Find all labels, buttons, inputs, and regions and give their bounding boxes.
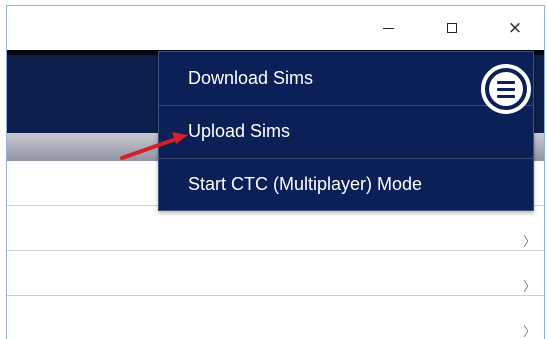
menu-item-label: Upload Sims — [188, 121, 291, 141]
maximize-icon — [447, 23, 457, 33]
chevron-right-icon: 〉 — [522, 235, 536, 250]
menu-item-label: Start CTC (Multiplayer) Mode — [188, 174, 423, 194]
close-icon: × — [507, 18, 523, 38]
annotation-arrow — [120, 132, 188, 160]
minimize-icon — [382, 27, 394, 29]
menu-button-ring — [481, 64, 531, 114]
menu-toggle-button[interactable] — [478, 61, 534, 117]
minimize-button[interactable] — [373, 15, 403, 41]
chevron-right-icon: 〉 — [522, 325, 536, 339]
menu-item-start-ctc-mode[interactable]: Start CTC (Multiplayer) Mode — [159, 158, 533, 210]
screen: × 〉 〉 〉 Download Sims Upload Sims Start … — [0, 0, 547, 339]
title-bar: × — [7, 6, 544, 50]
menu-item-label: Download Sims — [188, 67, 314, 88]
list-item[interactable]: 〉 — [7, 296, 544, 339]
chevron-right-icon: 〉 — [522, 280, 536, 295]
maximize-button[interactable] — [437, 15, 467, 41]
close-button[interactable]: × — [500, 15, 530, 41]
menu-item-download-sims[interactable]: Download Sims — [159, 52, 533, 104]
hamburger-menu-icon — [489, 72, 523, 106]
list-item[interactable]: 〉 — [7, 206, 544, 251]
menu-item-upload-sims[interactable]: Upload Sims — [159, 105, 533, 157]
list-item[interactable]: 〉 — [7, 251, 544, 296]
